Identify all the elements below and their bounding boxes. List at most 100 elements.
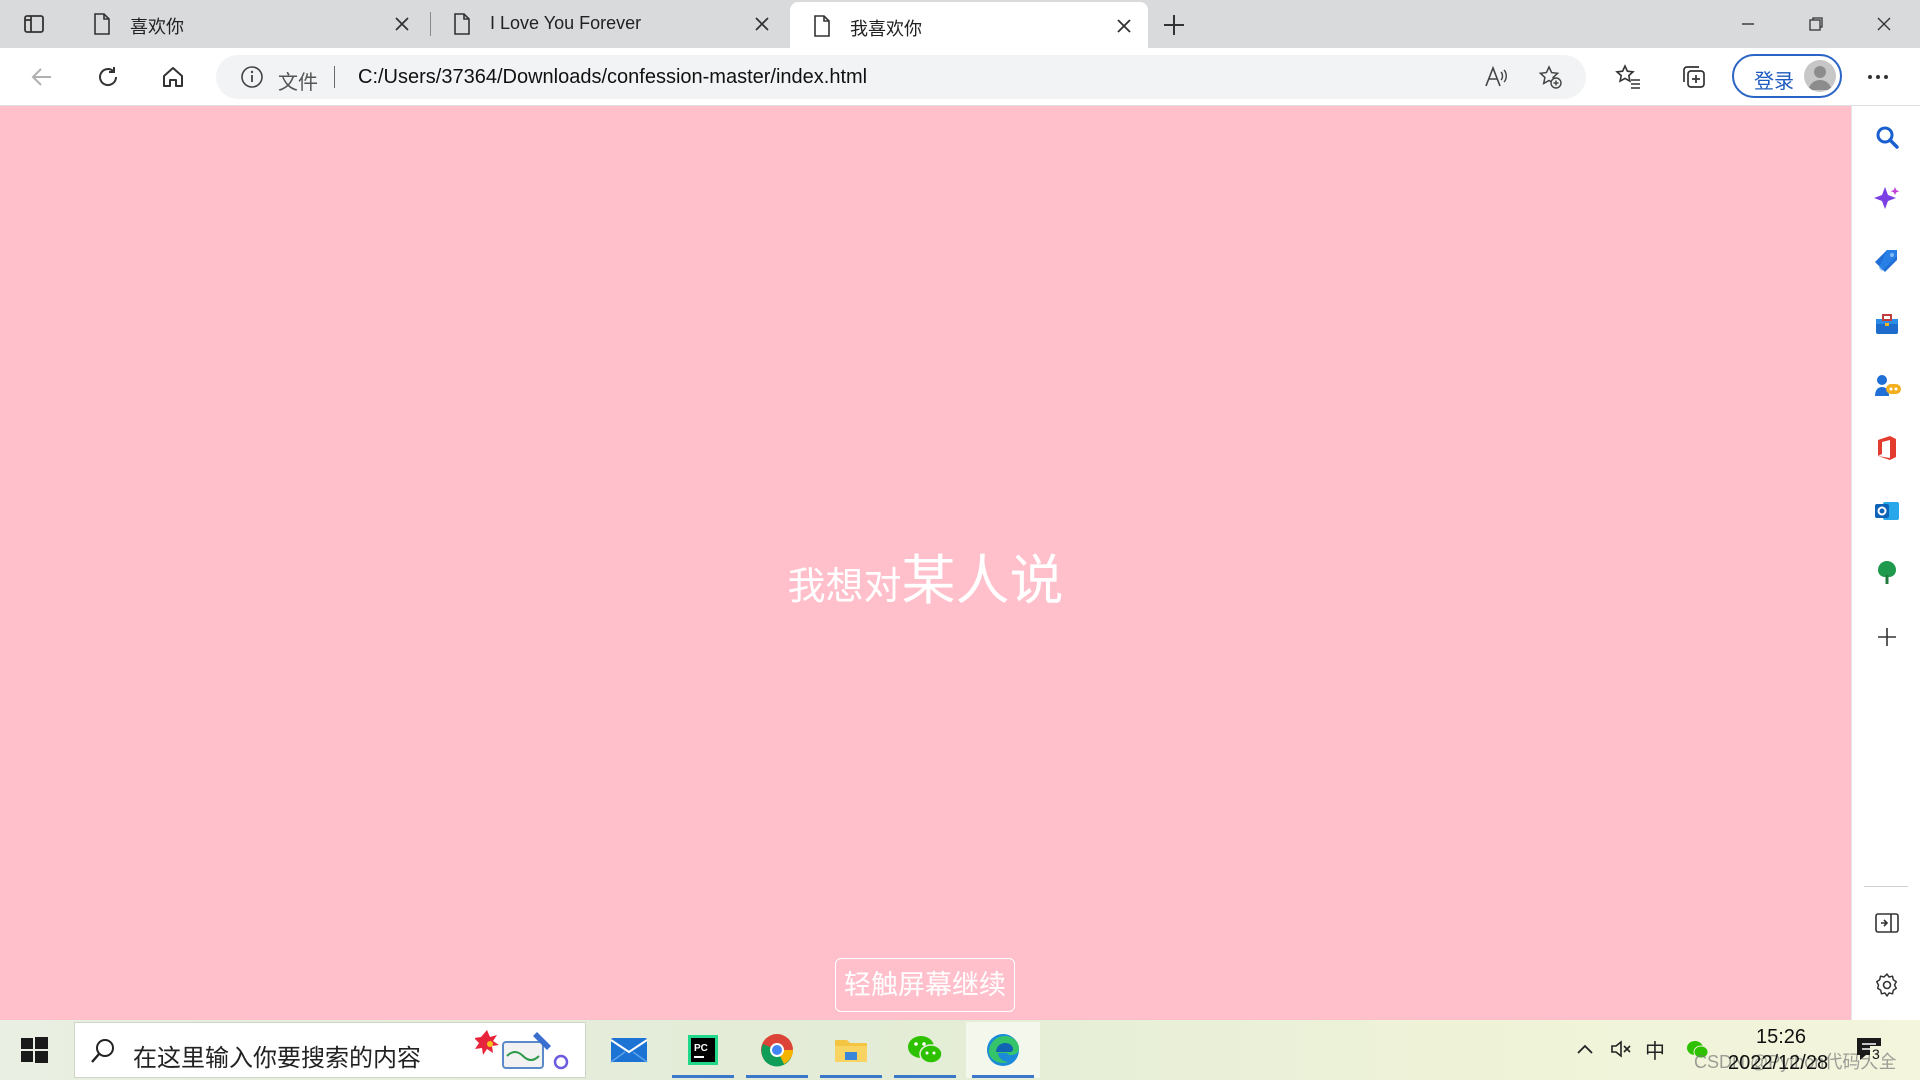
page-icon: [814, 15, 830, 37]
add-icon: [1878, 628, 1896, 646]
minimize-button[interactable]: [1714, 0, 1782, 48]
page-icon: [94, 13, 110, 35]
headline: 我想对某人说: [0, 536, 1851, 615]
more-menu-button[interactable]: [1860, 59, 1896, 95]
toolbox-icon: [1876, 314, 1898, 334]
taskbar-search-box[interactable]: 在这里输入你要搜索的内容: [74, 1022, 586, 1078]
taskbar-chrome-button[interactable]: [740, 1022, 814, 1078]
sign-in-label: 登录: [1754, 71, 1794, 93]
address-bar[interactable]: 文件 C:/Users/37364/Downloads/confession-m…: [216, 55, 1586, 99]
wechat-icon: [908, 1036, 943, 1064]
shopping-tag-icon: [1875, 250, 1897, 272]
tray-volume-button[interactable]: [1608, 1036, 1634, 1062]
tab-title: I Love You Forever: [490, 13, 642, 33]
restore-button[interactable]: [1782, 0, 1850, 48]
sidebar-tree-button[interactable]: [1872, 558, 1902, 588]
user-avatar-icon: [1808, 66, 1832, 90]
sidebar-games-button[interactable]: [1872, 371, 1902, 401]
collections-icon: [1683, 66, 1705, 88]
edge-icon: [987, 1034, 1019, 1066]
running-indicator: [746, 1075, 808, 1078]
home-button[interactable]: [155, 59, 191, 95]
tray-ime-button[interactable]: 中: [1642, 1036, 1668, 1063]
tab-actions-icon: [24, 15, 44, 33]
clock-date[interactable]: 2022/12/28: [1728, 1052, 1828, 1075]
search-placeholder: 在这里输入你要搜索的内容: [133, 1045, 421, 1072]
clock-time[interactable]: 15:26: [1756, 1026, 1806, 1049]
sidebar-outlook-button[interactable]: [1872, 496, 1902, 526]
refresh-button[interactable]: [90, 59, 126, 95]
read-aloud-icon: [1485, 65, 1507, 87]
star-add-icon: [1538, 65, 1562, 89]
add-favorite-button[interactable]: [1536, 63, 1564, 91]
tap-to-continue-button[interactable]: 轻触屏幕继续: [835, 958, 1015, 1012]
info-icon[interactable]: [240, 65, 264, 89]
taskbar-wechat-button[interactable]: [888, 1022, 962, 1078]
headline-small-text: 我想对: [787, 566, 902, 608]
notification-center-button[interactable]: 3: [1854, 1034, 1884, 1064]
close-window-button[interactable]: [1850, 0, 1918, 48]
tree-icon: [1878, 561, 1896, 584]
sidebar-shopping-button[interactable]: [1872, 246, 1902, 276]
split-screen-icon: [1875, 913, 1899, 933]
tab-strip: 喜欢你 I Love You Forever 我喜欢你: [0, 0, 1920, 48]
favorites-button[interactable]: [1610, 59, 1646, 95]
collections-button[interactable]: [1676, 59, 1712, 95]
taskbar-mail-button[interactable]: [592, 1022, 666, 1078]
file-explorer-icon: [835, 1040, 867, 1062]
copilot-icon: [1874, 187, 1900, 209]
address-divider: [334, 66, 335, 88]
sidebar-tools-button[interactable]: [1872, 309, 1902, 339]
url-text[interactable]: C:/Users/37364/Downloads/confession-mast…: [358, 66, 867, 89]
sidebar-divider: [1864, 886, 1908, 887]
headline-big-text: 某人说: [901, 551, 1064, 611]
tab-2[interactable]: I Love You Forever: [430, 0, 786, 48]
read-aloud-button[interactable]: [1482, 63, 1510, 91]
page-viewport[interactable]: 我想对某人说 轻触屏幕继续: [0, 106, 1851, 1020]
taskbar-pycharm-button[interactable]: PC: [666, 1022, 740, 1078]
sidebar-copilot-button[interactable]: [1872, 184, 1902, 214]
search-icon: [1876, 126, 1899, 149]
close-icon: [1877, 17, 1891, 31]
pycharm-icon: PC: [688, 1035, 718, 1065]
sidebar-search-button[interactable]: [1872, 122, 1902, 152]
page-icon: [454, 13, 470, 35]
back-arrow-icon: [31, 68, 51, 86]
chevron-up-icon: [1577, 1044, 1593, 1054]
favorites-icon: [1615, 64, 1640, 89]
sidebar-office-button[interactable]: [1872, 433, 1902, 463]
svg-text:PC: PC: [694, 1043, 708, 1054]
sidebar-hide-button[interactable]: [1872, 908, 1902, 938]
new-tab-plus-icon[interactable]: [1158, 9, 1190, 41]
minimize-icon: [1742, 23, 1754, 25]
refresh-icon: [99, 67, 118, 86]
search-icon: [91, 1039, 114, 1063]
back-button[interactable]: [24, 59, 60, 95]
close-icon[interactable]: [1114, 16, 1134, 36]
sidebar-add-button[interactable]: [1872, 622, 1902, 652]
volume-muted-icon: [1611, 1040, 1631, 1058]
edge-sidebar: [1851, 106, 1920, 1020]
office-icon: [1878, 436, 1896, 460]
tab-actions-button[interactable]: [14, 8, 54, 40]
close-icon[interactable]: [752, 14, 772, 34]
settings-gear-icon: [1875, 973, 1898, 997]
taskbar-file-explorer-button[interactable]: [814, 1022, 888, 1078]
windows-start-icon[interactable]: [18, 1034, 50, 1066]
tab-title: 我喜欢你: [850, 19, 922, 39]
tab-3-active[interactable]: 我喜欢你: [790, 2, 1148, 48]
tray-overflow-button[interactable]: [1572, 1036, 1598, 1062]
games-icon: [1875, 375, 1901, 396]
sign-in-button[interactable]: 登录: [1732, 54, 1842, 98]
running-indicator: [894, 1075, 956, 1078]
running-indicator: [672, 1075, 734, 1078]
sidebar-settings-button[interactable]: [1872, 970, 1902, 1000]
avatar: [1804, 60, 1836, 92]
tab-1[interactable]: 喜欢你: [70, 0, 426, 48]
outlook-icon: [1875, 502, 1899, 520]
chrome-icon: [761, 1034, 793, 1067]
search-highlight-art-icon: [475, 1030, 569, 1070]
notification-count: 3: [1870, 1046, 1882, 1062]
close-icon[interactable]: [392, 14, 412, 34]
taskbar-edge-button[interactable]: [966, 1022, 1040, 1078]
